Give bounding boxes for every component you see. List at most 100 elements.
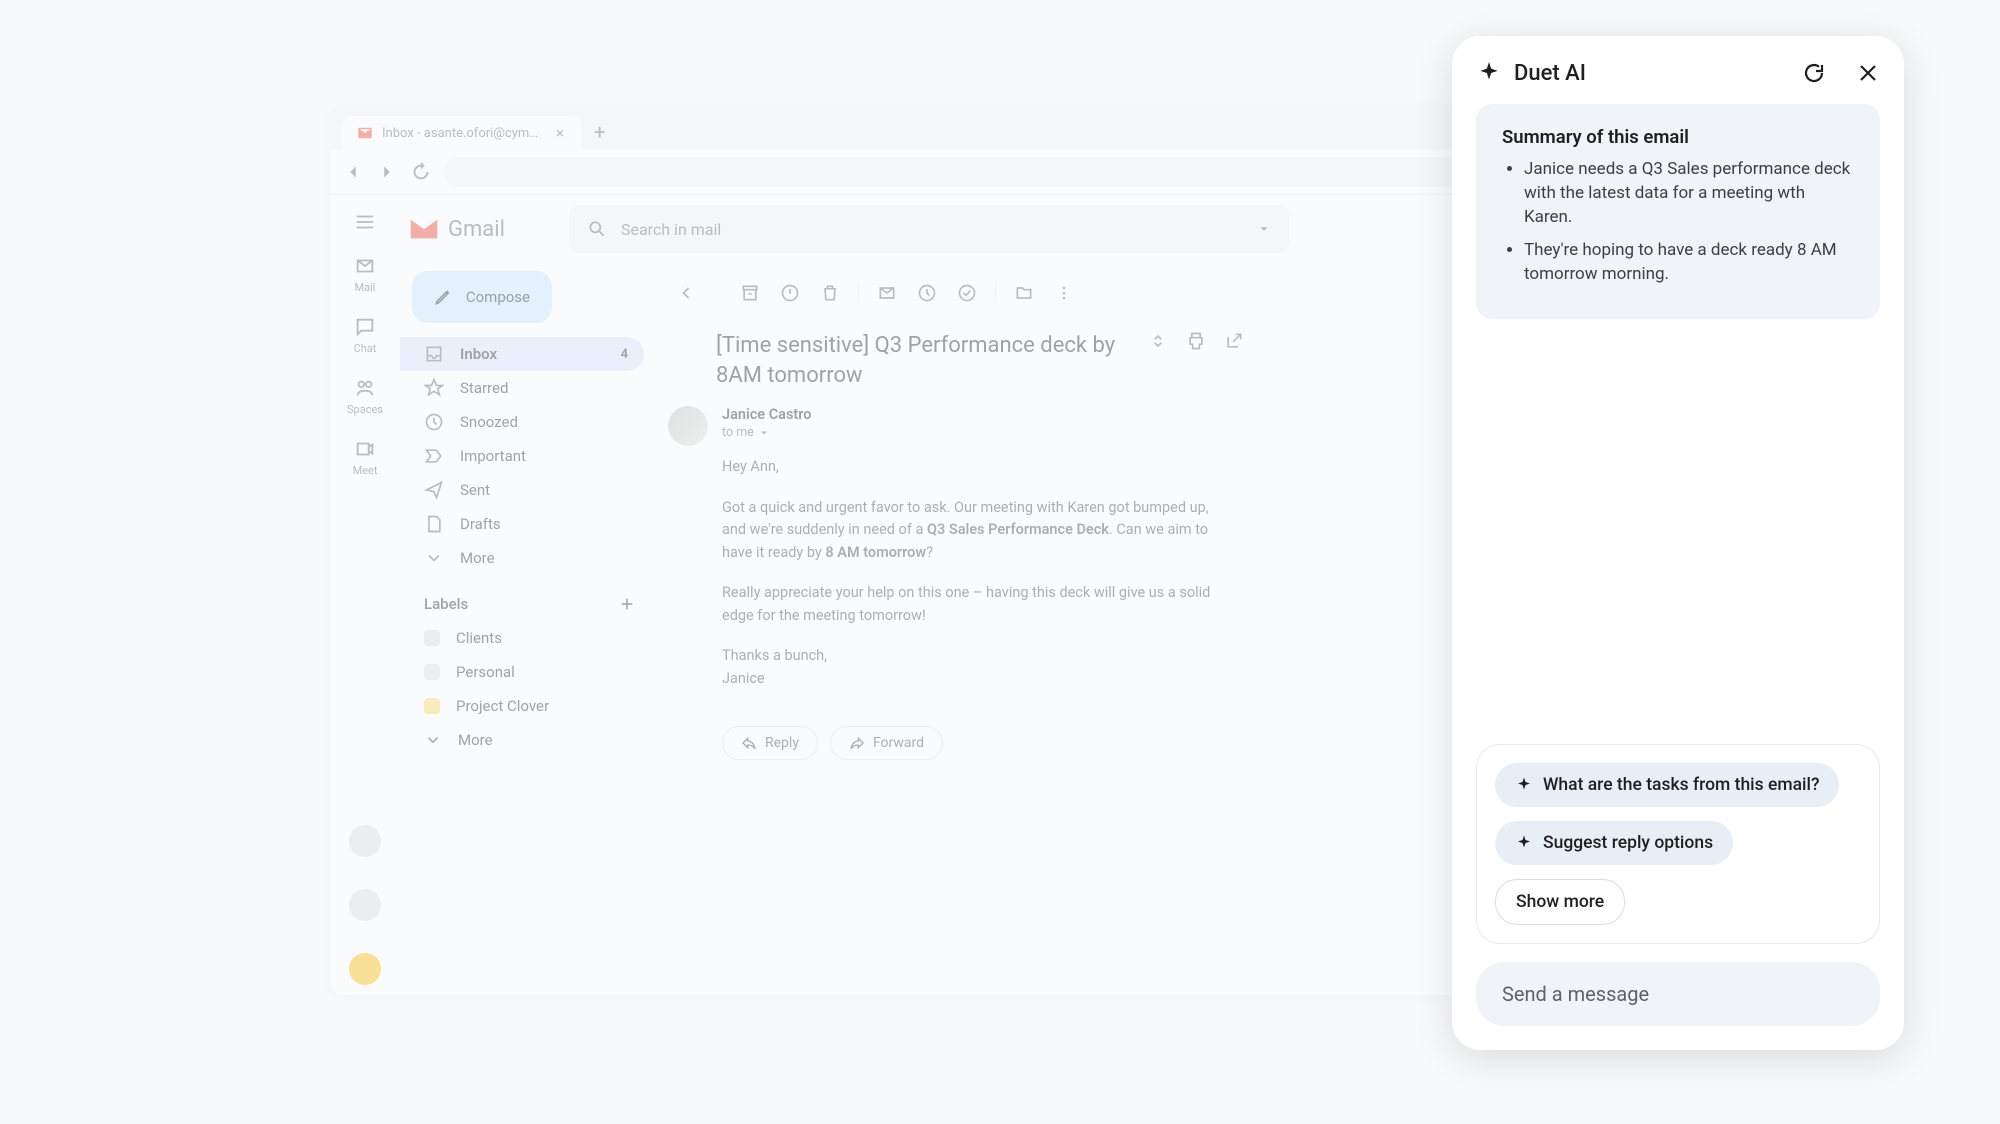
close-tab-icon[interactable]: × — [552, 124, 568, 142]
label-text: Personal — [456, 663, 515, 681]
gmail-body: Compose Inbox 4 Starred — [400, 263, 1630, 995]
nav-important[interactable]: Important — [400, 439, 644, 473]
message-body: Hey Ann, Got a quick and urgent favor to… — [668, 456, 1228, 690]
popout-icon[interactable] — [1224, 331, 1244, 355]
label-text: More — [458, 731, 493, 749]
rail-label: Meet — [353, 464, 378, 477]
message-input[interactable]: Send a message — [1476, 962, 1880, 1026]
search-placeholder: Search in mail — [621, 220, 721, 239]
gmail-header: Gmail Search in mail — [400, 195, 1630, 263]
back-to-inbox-icon[interactable] — [668, 275, 704, 311]
label-more[interactable]: More — [400, 723, 656, 757]
expand-icon[interactable] — [1148, 331, 1168, 355]
input-placeholder: Send a message — [1502, 982, 1649, 1006]
rail-chat[interactable]: Chat — [354, 316, 377, 355]
label-clients[interactable]: Clients — [400, 621, 656, 655]
search-options-icon[interactable] — [1257, 222, 1271, 236]
compose-button[interactable]: Compose — [412, 271, 552, 323]
body-p1: Got a quick and urgent favor to ask. Our… — [722, 497, 1228, 564]
spaces-icon — [354, 377, 376, 399]
archive-icon[interactable] — [732, 275, 768, 311]
add-label-icon[interactable] — [618, 595, 636, 613]
tab-bar: Inbox - asante.ofori@cymbal × + — [330, 105, 1630, 150]
rail-spaces[interactable]: Spaces — [347, 377, 383, 416]
nav-drafts[interactable]: Drafts — [400, 507, 644, 541]
spam-icon[interactable] — [772, 275, 808, 311]
nav-snoozed[interactable]: Snoozed — [400, 405, 644, 439]
show-more-button[interactable]: Show more — [1495, 879, 1625, 925]
forward-button[interactable]: Forward — [830, 726, 943, 760]
label-project-clover[interactable]: Project Clover — [400, 689, 656, 723]
label-text: Clients — [456, 629, 502, 647]
suggestion-chip-tasks[interactable]: What are the tasks from this email? — [1495, 763, 1839, 807]
sender-name: Janice Castro — [722, 406, 1439, 423]
menu-icon[interactable] — [354, 211, 376, 233]
rail-avatar-2[interactable] — [349, 889, 381, 921]
rail-avatar-1[interactable] — [349, 825, 381, 857]
gmail-logo-text: Gmail — [448, 217, 505, 242]
more-icon[interactable] — [1046, 275, 1082, 311]
chevron-down-icon — [424, 548, 444, 568]
close-icon[interactable] — [1856, 61, 1880, 85]
nav-label: More — [460, 549, 495, 567]
summary-list: Janice needs a Q3 Sales performance deck… — [1502, 158, 1854, 287]
snooze-icon[interactable] — [909, 275, 945, 311]
suggestion-chip-reply[interactable]: Suggest reply options — [1495, 821, 1733, 865]
rail-label: Mail — [355, 281, 376, 294]
mark-unread-icon[interactable] — [869, 275, 905, 311]
nav-list: Inbox 4 Starred Snoozed — [400, 337, 656, 575]
forward-icon — [849, 735, 865, 751]
label-personal[interactable]: Personal — [400, 655, 656, 689]
gmail-logo[interactable]: Gmail — [408, 217, 505, 242]
suggestion-area: What are the tasks from this email? Sugg… — [1476, 744, 1880, 944]
delete-icon[interactable] — [812, 275, 848, 311]
reply-icon — [741, 735, 757, 751]
gmail-logo-icon — [408, 217, 440, 241]
summary-title: Summary of this email — [1502, 126, 1854, 148]
print-icon[interactable] — [1186, 331, 1206, 355]
reload-icon[interactable] — [410, 161, 432, 183]
clock-icon — [424, 412, 444, 432]
nav-starred[interactable]: Starred — [400, 371, 644, 405]
summary-bullet: Janice needs a Q3 Sales performance deck… — [1524, 158, 1854, 229]
search-input[interactable]: Search in mail — [569, 205, 1289, 253]
nav-inbox[interactable]: Inbox 4 — [400, 337, 644, 371]
star-icon — [424, 378, 444, 398]
browser-window: Inbox - asante.ofori@cymbal × + Mail Cha… — [330, 105, 1630, 995]
url-input[interactable] — [444, 157, 1618, 187]
duet-header: Duet AI — [1476, 60, 1880, 104]
inbox-icon — [424, 344, 444, 364]
forward-icon[interactable] — [376, 161, 398, 183]
new-tab-button[interactable]: + — [582, 114, 617, 150]
meet-icon — [354, 438, 376, 460]
nav-label: Important — [460, 447, 526, 465]
move-to-icon[interactable] — [1006, 275, 1042, 311]
refresh-icon[interactable] — [1802, 61, 1826, 85]
nav-sent[interactable]: Sent — [400, 473, 644, 507]
add-task-icon[interactable] — [949, 275, 985, 311]
browser-tab[interactable]: Inbox - asante.ofori@cymbal × — [342, 116, 582, 150]
label-text: Project Clover — [456, 697, 549, 715]
url-bar — [330, 150, 1630, 195]
labels-title: Labels — [424, 595, 468, 613]
label-color-icon — [424, 630, 440, 646]
label-color-icon — [424, 698, 440, 714]
to-line[interactable]: to me — [722, 425, 1439, 440]
inbox-count: 4 — [621, 347, 628, 362]
duet-ai-panel: Duet AI Summary of this email Janice nee… — [1452, 36, 1904, 1050]
duet-title: Duet AI — [1514, 61, 1790, 86]
chevron-down-icon — [758, 427, 770, 439]
back-icon[interactable] — [342, 161, 364, 183]
rail-mail[interactable]: Mail — [354, 255, 376, 294]
gmail-favicon-icon — [356, 124, 374, 142]
rail-meet[interactable]: Meet — [353, 438, 378, 477]
sender-avatar[interactable] — [668, 406, 708, 446]
nav-label: Inbox — [460, 345, 497, 363]
reply-button[interactable]: Reply — [722, 726, 818, 760]
rail-label: Spaces — [347, 403, 383, 416]
email-subject: [Time sensitive] Q3 Performance deck by … — [716, 331, 1136, 390]
rail-avatar-3[interactable] — [349, 953, 381, 985]
body-signoff: Thanks a bunch, Janice — [722, 645, 1228, 690]
sent-icon — [424, 480, 444, 500]
nav-more[interactable]: More — [400, 541, 644, 575]
